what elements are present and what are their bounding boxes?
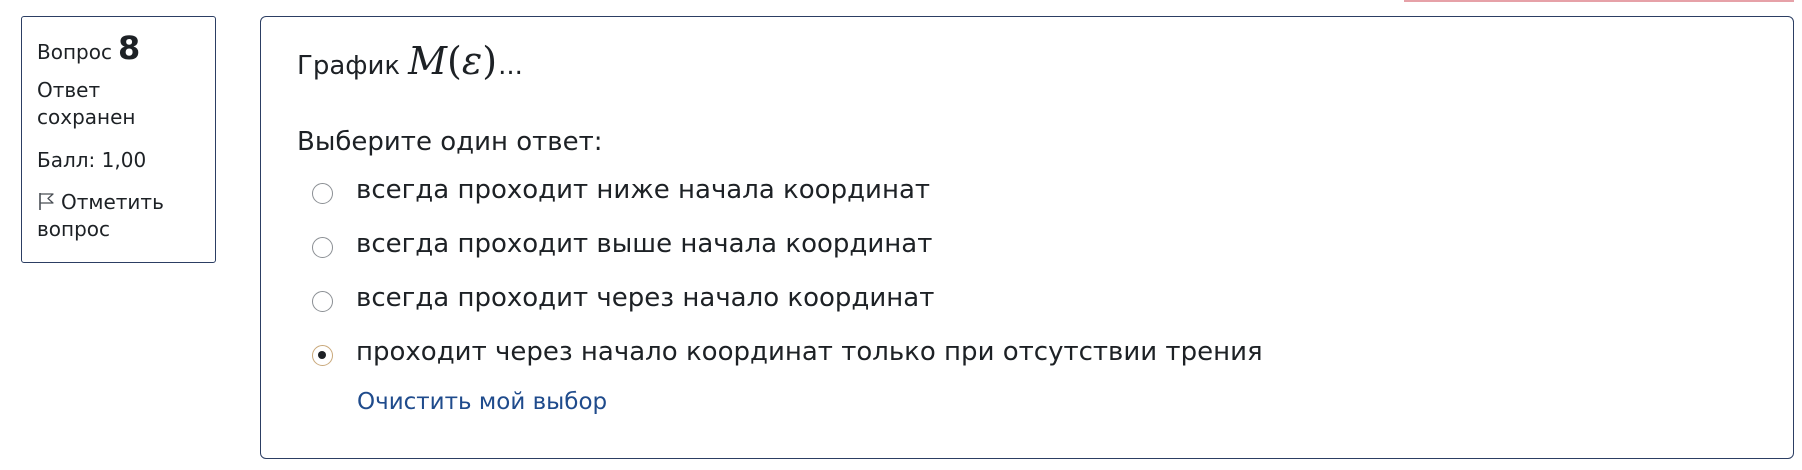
math-variable: M [408, 39, 448, 83]
math-formula: M(ε) [408, 39, 497, 83]
answer-list: всегда проходит ниже начала координат вс… [312, 163, 1263, 379]
answer-radio[interactable] [312, 290, 333, 312]
question-content-panel: График M(ε) ... Выберите один ответ: все… [260, 16, 1794, 459]
question-state: Ответ сохранен [37, 78, 136, 129]
answer-option[interactable]: всегда проходит ниже начала координат [312, 163, 1263, 217]
answer-radio-selected[interactable] [312, 344, 333, 366]
question-number-line: Вопрос 8 [37, 31, 215, 65]
math-argument: ε [461, 39, 483, 83]
question-text-before: График [297, 51, 401, 81]
clear-choice-link[interactable]: Очистить мой выбор [357, 387, 607, 417]
answer-radio[interactable] [312, 236, 333, 258]
answer-option[interactable]: всегда проходит через начало координат [312, 271, 1263, 325]
flag-question-link[interactable]: Отметить вопрос [37, 189, 187, 243]
question-prefix: Вопрос [37, 40, 112, 64]
answer-option[interactable]: всегда проходит выше начала координат [312, 217, 1263, 271]
top-edge-strip [1404, 0, 1794, 2]
question-text-after: ... [498, 51, 523, 81]
answer-label[interactable]: всегда проходит через начало координат [356, 281, 934, 315]
answer-option[interactable]: проходит через начало координат только п… [312, 325, 1263, 379]
answer-label[interactable]: всегда проходит ниже начала координат [356, 173, 930, 207]
question-info-panel: Вопрос 8 Ответ сохранен Балл: 1,00 Отмет… [21, 16, 216, 263]
answer-prompt: Выберите один ответ: [297, 127, 603, 157]
answer-label[interactable]: всегда проходит выше начала координат [356, 227, 932, 261]
answer-label[interactable]: проходит через начало координат только п… [356, 335, 1263, 369]
question-text: График M(ε) ... [297, 39, 523, 88]
question-number: 8 [117, 29, 141, 67]
flag-icon [37, 191, 57, 211]
math-close-paren: ) [482, 39, 498, 83]
answer-radio[interactable] [312, 182, 333, 204]
math-open-paren: ( [447, 39, 462, 83]
question-grade: Балл: 1,00 [37, 148, 147, 172]
